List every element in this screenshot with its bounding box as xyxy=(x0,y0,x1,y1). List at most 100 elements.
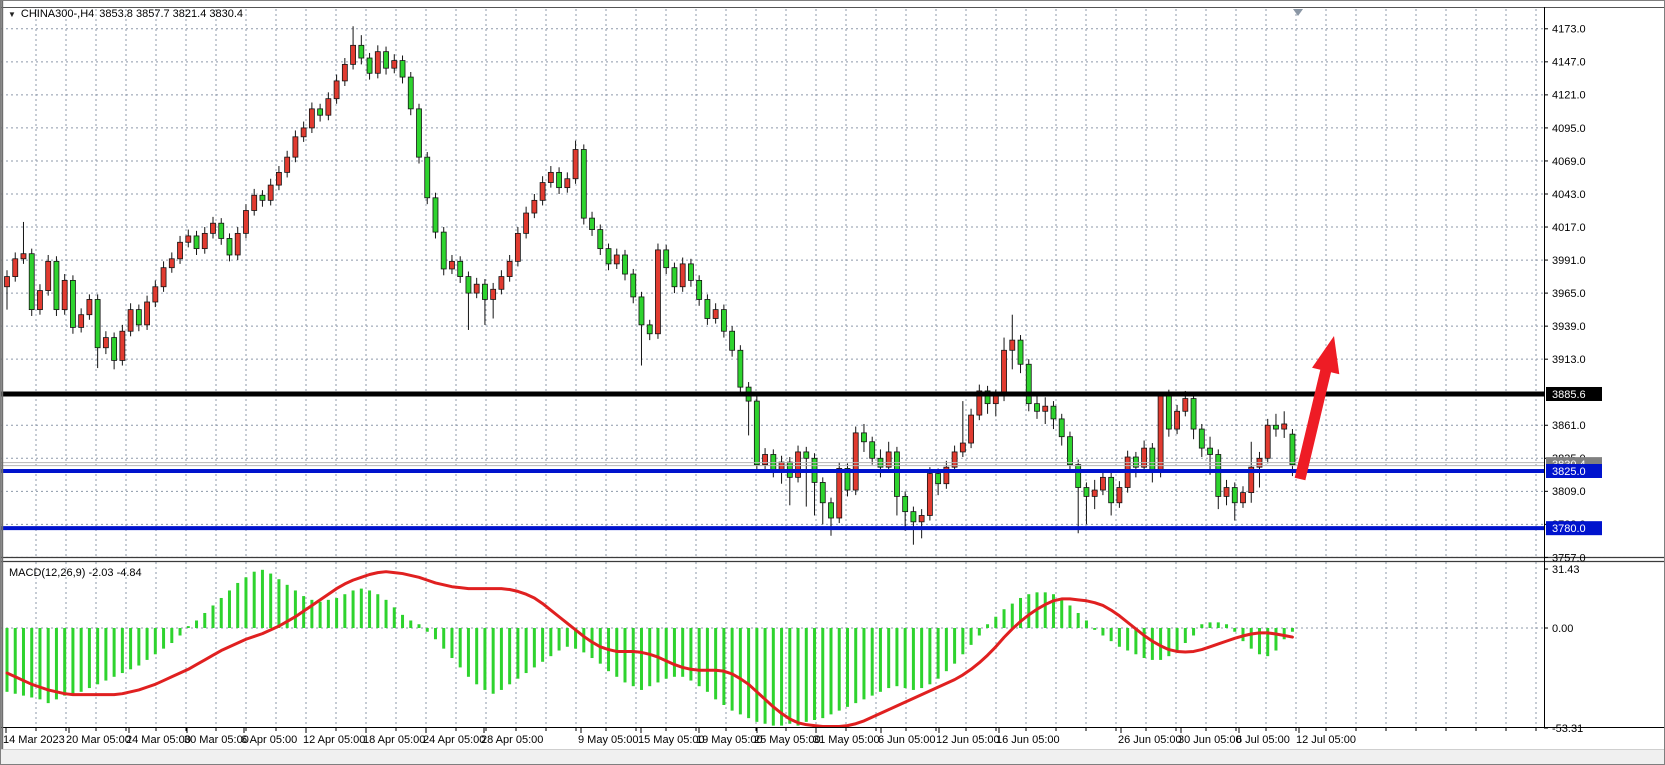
candle-bearish xyxy=(408,77,413,109)
candle-bearish xyxy=(384,52,389,69)
candle-bullish xyxy=(153,287,158,302)
macd-indicator-label: MACD(12,26,9) -2.03 -4.84 xyxy=(9,567,142,579)
ohlc-values: 3853.8 3857.7 3821.4 3830.4 xyxy=(99,8,243,20)
candle-bearish xyxy=(1109,477,1114,502)
candle-bearish xyxy=(112,338,117,361)
time-tick-label: 25 May 05:00 xyxy=(754,734,821,746)
time-tick-label: 12 Jul 05:00 xyxy=(1296,734,1356,746)
macd-tick-label: 0.00 xyxy=(1552,623,1573,635)
time-tick-label: 6 Jul 05:00 xyxy=(1236,734,1290,746)
chart-window: 4173.04147.04121.04095.04069.04043.04017… xyxy=(0,0,1665,765)
candle-bearish xyxy=(1208,448,1213,454)
candle-bearish xyxy=(367,58,372,73)
candle-bullish xyxy=(79,315,84,328)
price-tick-label: 3757.0 xyxy=(1552,552,1586,564)
candle-bearish xyxy=(227,238,232,255)
candle-bearish xyxy=(631,274,636,297)
candle-bullish xyxy=(252,195,257,210)
candle-bullish xyxy=(837,468,842,518)
candle-bearish xyxy=(1084,488,1089,497)
candle-bullish xyxy=(680,264,685,287)
candle-bearish xyxy=(647,325,652,334)
candle-bullish xyxy=(1265,425,1270,458)
candle-bullish xyxy=(713,310,718,319)
candle-bullish xyxy=(334,81,339,99)
price-tick-label: 4017.0 xyxy=(1552,222,1586,234)
candle-bullish xyxy=(186,236,191,242)
time-tick-label: 6 Apr 05:00 xyxy=(241,734,297,746)
symbol-dropdown-icon[interactable]: ▼ xyxy=(8,10,16,19)
time-tick-label: 12 Jun 05:00 xyxy=(936,734,1000,746)
candle-bullish xyxy=(532,200,537,213)
candle-bullish xyxy=(37,291,42,310)
candle-bullish xyxy=(276,172,281,185)
candle-bearish xyxy=(639,297,644,325)
candle-bullish xyxy=(548,172,553,182)
candle-bullish xyxy=(1282,424,1287,429)
time-tick-label: 15 May 05:00 xyxy=(638,734,705,746)
candle-bullish xyxy=(491,289,496,299)
price-tick-label: 4069.0 xyxy=(1552,156,1586,168)
candle-bearish xyxy=(730,331,735,350)
candle-bearish xyxy=(417,109,422,157)
chart-canvas[interactable]: 4173.04147.04121.04095.04069.04043.04017… xyxy=(1,1,1665,765)
candle-bearish xyxy=(260,195,265,200)
candle-bullish xyxy=(952,452,957,467)
candle-bearish xyxy=(70,280,75,327)
candle-bullish xyxy=(1002,350,1007,396)
candle-bullish xyxy=(993,396,998,404)
candle-bullish xyxy=(524,213,529,233)
candle-bearish xyxy=(598,230,603,249)
candle-bearish xyxy=(136,310,141,325)
candle-bearish xyxy=(590,218,595,229)
candle-bullish xyxy=(886,452,891,467)
candle-bearish xyxy=(1018,340,1023,364)
candle-bullish xyxy=(1117,488,1122,503)
candle-bearish xyxy=(400,61,405,78)
candle-bearish xyxy=(903,496,908,511)
candle-bullish xyxy=(1224,488,1229,497)
candle-bearish xyxy=(697,280,702,299)
candle-bullish xyxy=(614,255,619,264)
candle-bearish xyxy=(672,268,677,287)
price-tick-label: 3939.0 xyxy=(1552,321,1586,333)
candle-bullish xyxy=(1043,406,1048,411)
symbol-period-label: CHINA300-,H4 xyxy=(21,8,94,20)
candle-bullish xyxy=(1142,448,1147,467)
candle-bullish xyxy=(235,233,240,255)
candle-bullish xyxy=(5,277,10,287)
candle-bearish xyxy=(1273,425,1278,429)
price-tick-label: 3913.0 xyxy=(1552,354,1586,366)
candle-bullish xyxy=(169,259,174,268)
candle-bearish xyxy=(1026,364,1031,403)
price-tick-label: 4043.0 xyxy=(1552,189,1586,201)
candle-bullish xyxy=(301,128,306,137)
candle-bearish xyxy=(318,109,323,115)
candle-bearish xyxy=(861,433,866,442)
candle-bearish xyxy=(466,277,471,294)
candle-bearish xyxy=(894,452,899,496)
candle-bearish xyxy=(1199,429,1204,448)
price-badge-label: 3825.0 xyxy=(1552,466,1586,478)
candle-bearish xyxy=(820,482,825,502)
candle-bearish xyxy=(1216,454,1221,496)
candle-bearish xyxy=(623,255,628,274)
candle-bearish xyxy=(1232,488,1237,503)
candle-bearish xyxy=(1150,448,1155,472)
candle-bearish xyxy=(804,452,809,458)
time-tick-label: 6 Jun 05:00 xyxy=(878,734,936,746)
candle-bearish xyxy=(54,261,59,309)
candle-bullish xyxy=(919,515,924,521)
candle-bullish xyxy=(285,157,290,172)
candle-bearish xyxy=(1067,437,1072,465)
candle-bullish xyxy=(120,331,125,360)
candle-bearish xyxy=(1290,434,1295,464)
candle-bullish xyxy=(211,223,216,233)
candle-bullish xyxy=(326,99,331,116)
status-strip xyxy=(1,749,1665,765)
candle-bullish xyxy=(540,183,545,201)
price-tick-label: 4147.0 xyxy=(1552,57,1586,69)
candle-bearish xyxy=(482,284,487,299)
candle-bullish xyxy=(969,415,974,443)
candle-bullish xyxy=(449,261,454,269)
